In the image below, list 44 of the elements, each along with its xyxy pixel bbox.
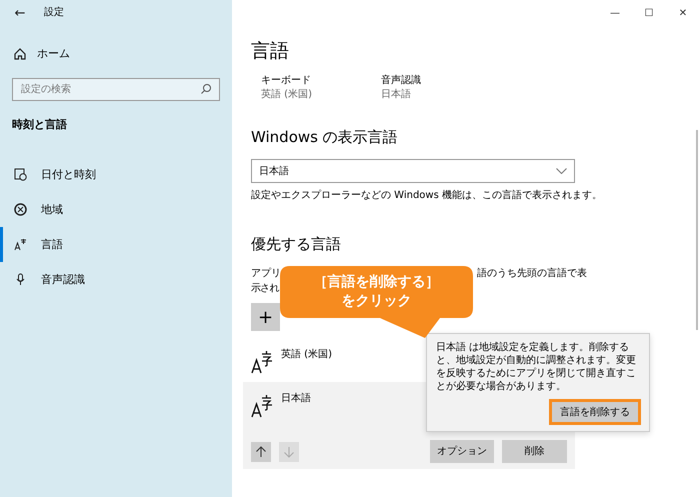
summary-label: 音声認識 [381,74,422,88]
back-button[interactable]: ← [0,6,40,20]
language-icon [251,394,273,418]
page-title: 言語 [251,39,290,64]
summary-value: 英語 (米国) [261,88,313,102]
description-text: 示され [251,282,279,296]
microphone-icon [14,273,27,286]
nav-item[interactable]: 地域 [0,192,232,227]
window-title: 設定 [44,6,64,20]
search-icon [200,83,212,95]
language-dropdown[interactable]: 日本語 [251,159,575,183]
window-control-button[interactable]: ✕ [666,0,700,26]
summary-label: キーボード [261,74,312,88]
arrow-down-icon [283,446,295,458]
scrollbar[interactable] [696,130,698,330]
globe-icon [14,203,27,216]
search-field[interactable]: 設定の検索 [12,78,220,101]
section-heading: Windows の表示言語 [251,128,399,147]
options-button[interactable]: オプション [430,440,494,463]
description-text: アプリ [251,266,281,281]
chevron-icon [556,168,567,174]
section-heading: 時刻と言語 [11,117,68,133]
arrow-up-icon [255,446,267,458]
move-up-button[interactable] [251,442,271,462]
language-icon [14,238,27,251]
nav-item[interactable]: 言語 [0,227,232,262]
clock-icon [14,168,27,181]
add-language-button[interactable]: + [251,303,280,331]
language-icon [251,350,273,374]
nav-item[interactable]: 日付と時刻 [0,157,232,192]
remove-button[interactable]: 削除 [502,440,567,463]
window-control-button[interactable]: — [598,0,632,26]
move-down-button[interactable] [279,442,299,462]
nav-item[interactable]: 音声認識 [0,262,232,297]
remove-language-button[interactable]: 言語を削除する [549,399,641,425]
section-heading: 優先する言語 [251,235,342,254]
home-link[interactable]: ホーム [37,46,70,62]
summary-value: 日本語 [381,88,412,102]
description-text: 設定やエクスプローラーなどの Windows 機能は、この言語で表示されます。 [251,188,603,203]
callout-text: をクリック [342,292,412,311]
callout-text: ［言語を削除する］ [314,273,440,292]
window-control-button[interactable]: ☐ [632,0,666,26]
description-text: 語のうち先頭の言語で表 [477,266,587,281]
home-icon [13,47,27,61]
